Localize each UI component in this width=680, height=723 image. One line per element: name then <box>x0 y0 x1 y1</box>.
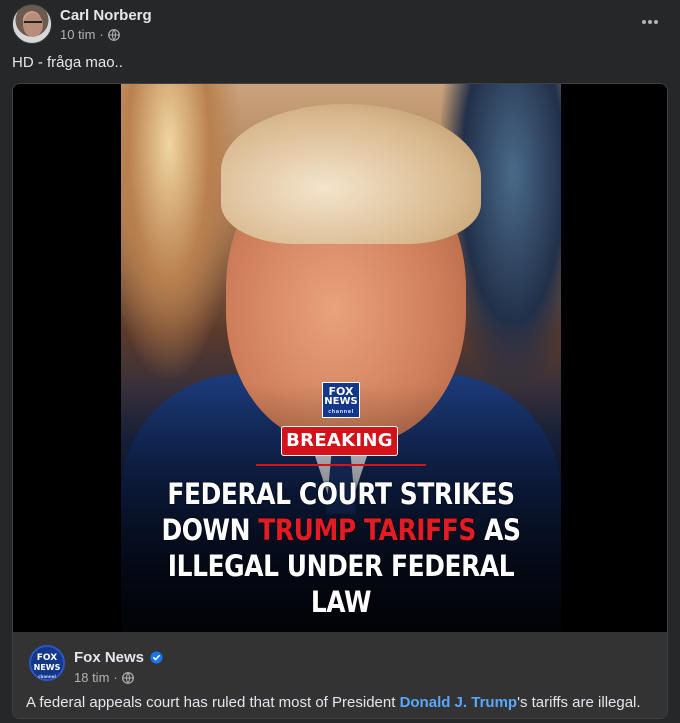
logo-text: NEWS <box>33 663 61 672</box>
source-name-row: Fox News <box>74 649 163 666</box>
shared-image[interactable]: FOX NEWS channel BREAKING FEDERAL COURT … <box>13 84 667 632</box>
source-post-text: A federal appeals court has ruled that m… <box>26 694 666 711</box>
globe-icon <box>107 28 120 41</box>
headline-highlight: TRUMP TARIFFS <box>258 513 476 547</box>
headline-line-1: FEDERAL COURT STRIKES <box>167 477 515 511</box>
meta-separator: · <box>99 27 104 42</box>
source-avatar[interactable]: FOX NEWS channel <box>29 645 65 681</box>
logo-text: channel <box>38 674 56 679</box>
headline-text: AS <box>475 513 521 547</box>
author-avatar[interactable] <box>12 4 52 44</box>
source-time[interactable]: 18 tim <box>74 670 109 685</box>
source-name[interactable]: Fox News <box>74 649 144 666</box>
photo-hair <box>221 104 481 244</box>
fox-news-logo: FOX NEWS channel <box>322 382 360 418</box>
logo-text: FOX <box>36 653 58 663</box>
source-text: A federal appeals court has ruled that m… <box>26 694 400 711</box>
headline-line-3: ILLEGAL UNDER FEDERAL LAW <box>167 549 515 619</box>
avatar-face <box>23 13 43 37</box>
logo-text: NEWS <box>324 396 358 407</box>
source-text: 's tariffs are illegal. <box>517 694 641 711</box>
headline-line-2: DOWN TRUMP TARIFFS AS <box>152 512 530 548</box>
shared-post-info: FOX NEWS channel Fox News 18 tim · A fed… <box>13 632 667 718</box>
author-name[interactable]: Carl Norberg <box>60 7 152 24</box>
post-time[interactable]: 10 tim <box>60 27 95 42</box>
headline-text: DOWN <box>161 513 259 547</box>
post-header: Carl Norberg 10 tim · <box>12 4 668 44</box>
avatar-glasses <box>24 21 42 25</box>
headline: FEDERAL COURT STRIKES DOWN TRUMP TARIFFS… <box>152 476 530 620</box>
more-options-button[interactable] <box>638 10 662 34</box>
headline-divider <box>256 464 426 466</box>
feed-post: Carl Norberg 10 tim · HD - fråga mao.. F… <box>0 0 680 723</box>
logo-text: channel <box>328 409 354 415</box>
photo-background-left <box>121 84 241 384</box>
more-dot <box>648 20 652 24</box>
verified-badge-icon <box>150 651 163 664</box>
mention-link[interactable]: Donald J. Trump <box>400 694 518 711</box>
more-dot <box>654 20 658 24</box>
globe-icon <box>121 671 134 684</box>
breaking-badge: BREAKING <box>281 426 398 456</box>
meta-separator: · <box>113 670 118 685</box>
shared-post-card[interactable]: FOX NEWS channel BREAKING FEDERAL COURT … <box>12 83 668 719</box>
post-caption: HD - fråga mao.. <box>12 54 123 71</box>
more-dot <box>642 20 646 24</box>
source-meta: 18 tim · <box>74 670 134 685</box>
post-meta: 10 tim · <box>60 27 120 42</box>
